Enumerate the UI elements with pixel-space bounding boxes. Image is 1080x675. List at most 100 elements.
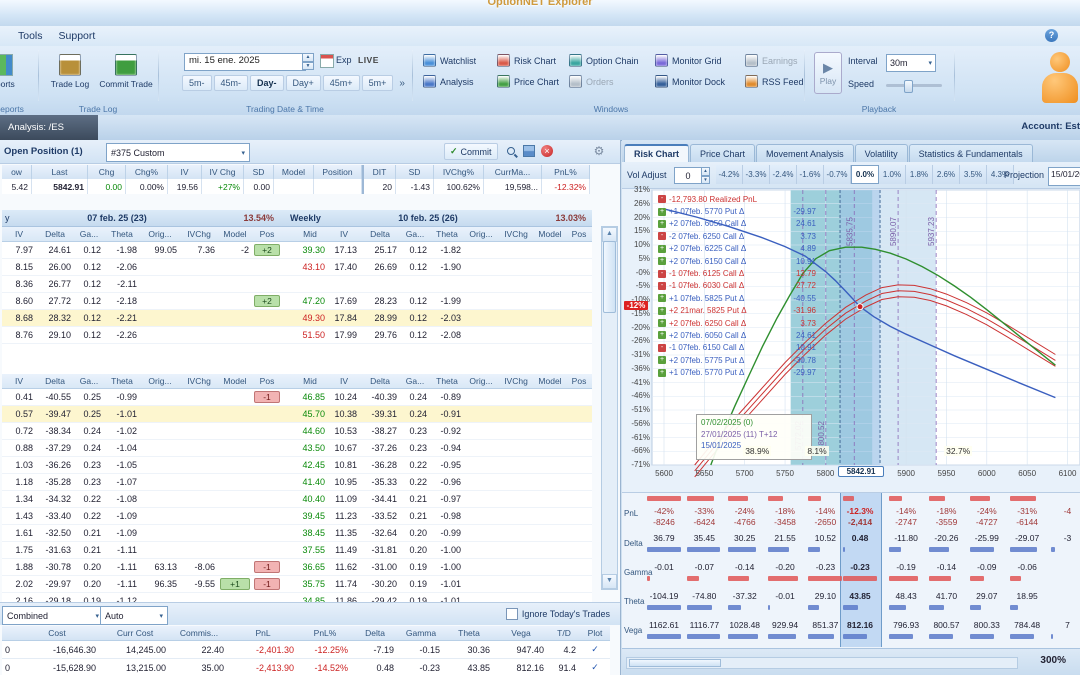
table-row[interactable]: 0.72 -38.34 0.24 -1.02 44.60 10.53 -38.27 0.23 -… [2,423,592,440]
chain-expiry-header[interactable]: y 07 feb. 25 (23) 13.54% Weekly 10 feb. … [2,210,592,227]
spin-down-icon[interactable]: ▼ [701,175,710,184]
vol-step-2.6[interactable]: 2.6% [933,165,960,184]
close-icon[interactable]: × [540,144,554,158]
monitor-dock-button[interactable]: Monitor Dock [652,73,740,90]
vol-step-3.3[interactable]: -3.3% [743,165,770,184]
checkbox-icon[interactable] [505,608,518,620]
spin-up-icon[interactable]: ▲ [302,53,314,62]
table-row[interactable]: 0 -16,646.30 14,245.00 22.40 -2,401.30 -12.25… [2,641,610,659]
menu-item-support[interactable]: Support [51,28,104,44]
table-row[interactable]: 1.61 -32.50 0.21 -1.09 38.45 11.35 -32.64 0.20 -… [2,525,592,542]
gear-icon[interactable]: ⚙ [592,144,606,158]
vol-adjust-spinner[interactable]: ▲ ▼ [701,167,710,184]
slider-thumb[interactable] [904,80,913,93]
tab-risk-chart[interactable]: Risk Chart [624,144,690,162]
commit-trade-button[interactable]: Commit Trade [98,49,154,103]
vol-step-3.5[interactable]: 3.5% [960,165,987,184]
nav-forward-chevron-icon[interactable]: » [395,78,409,89]
analysis-button[interactable]: Analysis [420,73,492,90]
tab-movement-analysis[interactable]: Movement Analysis [756,144,854,162]
nav-45m--button[interactable]: 45m+ [322,75,360,91]
horizontal-scrollbar[interactable] [626,657,1018,669]
vol-step-1.8[interactable]: 1.8% [906,165,933,184]
exp-toggle[interactable]: Exp [336,55,352,65]
table-row[interactable]: 7.97 24.61 0.12 -1.98 99.05 7.36 -2 +2 39.30 17.1… [2,242,592,259]
chain-scrollbar[interactable]: ▲ ▼ [601,226,618,590]
table-row[interactable]: 0.88 -37.29 0.24 -1.04 43.50 10.67 -37.26 0.23 -… [2,440,592,457]
legend-item[interactable]: + +2 07feb. 6225 Call Δ 4.89 [658,243,816,255]
combined-select[interactable]: Combined ▾ [2,606,104,625]
legend-item[interactable]: + +2 07feb. 5775 Put Δ -30.78 [658,354,816,366]
risk-chart[interactable]: 5772.025800.525835.755890.075937.2331%26… [622,185,1080,490]
nav-45m--button[interactable]: 45m- [213,75,249,91]
vol-step-4.2[interactable]: -4.2% [716,165,743,184]
legend-item[interactable]: + +2 07feb. 6150 Call Δ 10.91 [658,255,816,267]
calendar-icon[interactable] [320,54,334,68]
table-row[interactable]: 8.68 28.32 0.12 -2.21 49.30 17.84 28.99 0.12 -2.… [2,310,592,327]
vol-step-1.0[interactable]: 1.0% [879,165,906,184]
title-bar[interactable]: OptionNET Explorer [0,0,1080,27]
tab-volatility[interactable]: Volatility [854,144,908,162]
scroll-down-icon[interactable]: ▼ [602,574,617,589]
menu-item-tools[interactable]: Tools [10,28,51,44]
legend-item[interactable]: + +1 07feb. 5770 Put Δ -29.97 [658,205,816,217]
tab-analysis-es[interactable]: Analysis: /ES [0,115,98,140]
reports-button[interactable]: Reports [0,49,16,103]
nav-day--button[interactable]: Day+ [285,75,321,91]
table-row[interactable]: 1.34 -34.32 0.22 -1.08 40.40 11.09 -34.41 0.21 -… [2,491,592,508]
legend-item[interactable]: - -1 07feb. 6150 Call Δ 10.91 [658,342,816,354]
vol-step-0.7[interactable]: -0.7% [824,165,851,184]
search-icon[interactable] [504,144,518,158]
table-row[interactable]: 8.60 27.72 0.12 -2.18 +2 47.20 17.69 28.23 0.12 -… [2,293,592,310]
trading-date-input[interactable]: mi. 15 ene. 2025 [184,53,306,71]
tab-price-chart[interactable]: Price Chart [690,144,756,162]
position-select[interactable]: #375 Custom ▾ [106,143,250,162]
option-chain-button[interactable]: Option Chain [566,52,650,69]
auto-select[interactable]: Auto ▾ [100,606,168,625]
table-row[interactable]: 1.18 -35.28 0.23 -1.07 41.40 10.95 -35.33 0.22 -… [2,474,592,491]
table-row[interactable]: 1.03 -36.26 0.23 -1.05 42.45 10.81 -36.28 0.22 -… [2,457,592,474]
layers-icon[interactable] [522,144,536,158]
table-row[interactable]: 1.88 -30.78 0.20 -1.11 63.13 -8.06 -1 36.65 11.6… [2,559,592,576]
legend-item[interactable]: - -1 07feb. 6030 Call Δ 27.72 [658,280,816,292]
legend-item[interactable]: + +2 21mar. 5825 Put Δ -31.96 [658,305,816,317]
table-row[interactable]: 8.36 26.77 0.12 -2.11 [2,276,592,293]
table-row[interactable]: 8.15 26.00 0.12 -2.06 43.10 17.40 26.69 0.12 -1.… [2,259,592,276]
table-row[interactable]: 1.75 -31.63 0.21 -1.11 37.55 11.49 -31.81 0.20 -… [2,542,592,559]
scroll-up-icon[interactable]: ▲ [602,227,617,242]
help-icon[interactable]: ? [1045,29,1058,42]
table-row[interactable]: 0 -15,628.90 13,215.00 35.00 -2,413.90 -14.52… [2,659,610,675]
trade-log-button[interactable]: Trade Log [42,49,98,103]
legend-item[interactable]: + +2 07feb. 6050 Call Δ 24.61 [658,218,816,230]
projection-date-input[interactable]: 15/01/2025 [1048,167,1080,186]
speed-slider[interactable] [886,80,942,93]
price-chart-button[interactable]: Price Chart [494,73,564,90]
date-spinner[interactable]: ▲ ▼ [302,53,314,70]
interval-select[interactable]: 30m ▾ [886,54,936,72]
table-row[interactable]: 8.76 29.10 0.12 -2.26 51.50 17.99 29.76 0.12 -2.… [2,327,592,344]
table-row[interactable]: 0.41 -40.55 0.25 -0.99 -1 46.85 10.24 -40.39 0.2… [2,389,592,406]
scrollbar-thumb[interactable] [603,241,616,313]
risk-chart-button[interactable]: Risk Chart [494,52,564,69]
legend-item[interactable]: + +2 07feb. 6050 Call Δ 24.61 [658,329,816,341]
table-row[interactable]: 2.02 -29.97 0.20 -1.11 96.35 -9.55 +1 -1 35.75 11… [2,576,592,593]
table-row[interactable]: 0.57 -39.47 0.25 -1.01 45.70 10.38 -39.31 0.24 -… [2,406,592,423]
table-row[interactable]: 1.43 -33.40 0.22 -1.09 39.45 11.23 -33.52 0.21 -… [2,508,592,525]
scrollbar-thumb[interactable] [629,659,721,667]
vol-step-0.0[interactable]: 0.0% [851,165,879,184]
commit-button[interactable]: ✓ Commit [444,143,498,160]
spin-down-icon[interactable]: ▼ [302,61,314,70]
legend-item[interactable]: - -12,793.80 Realized PnL [658,193,816,205]
watchlist-button[interactable]: Watchlist [420,52,492,69]
legend-item[interactable]: - -2 07feb. 6250 Call Δ 3.73 [658,230,816,242]
vol-step-1.6[interactable]: -1.6% [797,165,824,184]
ignore-todays-trades[interactable]: Ignore Today's Trades [505,608,610,620]
vol-step-2.4[interactable]: -2.4% [770,165,797,184]
nav-5m--button[interactable]: 5m- [182,75,212,91]
tab-statistics-fundamentals[interactable]: Statistics & Fundamentals [908,144,1033,162]
monitor-grid-button[interactable]: Monitor Grid [652,52,740,69]
rss-feed-button[interactable]: RSS Feed [742,73,806,90]
legend-item[interactable]: + +2 07feb. 6250 Call Δ 3.73 [658,317,816,329]
nav-day--button[interactable]: Day- [250,75,284,91]
legend-item[interactable]: + +1 07feb. 5825 Put Δ -40.55 [658,292,816,304]
